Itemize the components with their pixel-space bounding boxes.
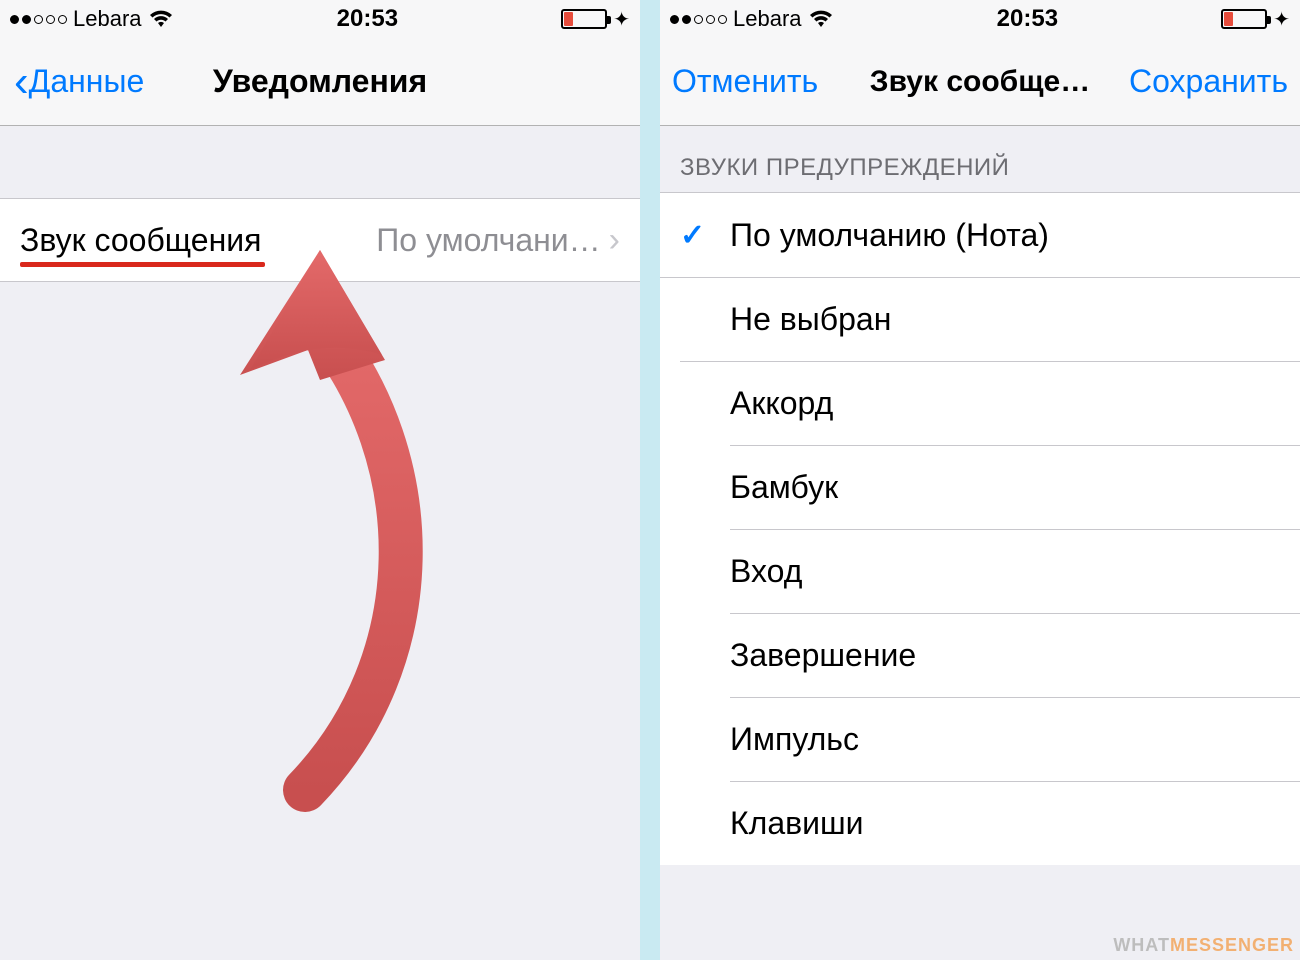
battery-low-icon	[561, 9, 607, 29]
left-screenshot: Lebara 20:53 ✦ ‹ Данные Уведомления Звук	[0, 0, 640, 960]
clock-label: 20:53	[337, 5, 398, 33]
wifi-icon	[808, 9, 834, 29]
clock-label: 20:53	[997, 5, 1058, 33]
charging-icon: ✦	[613, 7, 630, 32]
row-value: По умолчани…	[376, 222, 600, 259]
sound-option[interactable]: Завершение	[660, 613, 1300, 697]
sound-option-label: Аккорд	[730, 385, 833, 422]
right-screenshot: Lebara 20:53 ✦ Отменить Звук сообще… Сох…	[660, 0, 1300, 960]
sound-option[interactable]: Бамбук	[660, 445, 1300, 529]
sound-option[interactable]: Клавиши	[660, 781, 1300, 865]
chevron-left-icon: ‹	[14, 60, 29, 104]
annotation-arrow-icon	[130, 230, 450, 820]
sound-option-label: Завершение	[730, 637, 916, 674]
status-bar: Lebara 20:53 ✦	[0, 0, 640, 38]
carrier-label: Lebara	[733, 6, 802, 32]
sound-option-label: Бамбук	[730, 469, 838, 506]
back-button[interactable]: ‹ Данные	[14, 60, 144, 104]
sound-option[interactable]: Аккорд	[660, 361, 1300, 445]
sound-option-label: Не выбран	[730, 301, 891, 338]
page-title: Звук сообще…	[870, 65, 1090, 99]
signal-dots-icon	[670, 15, 727, 24]
section-header: ЗВУКИ ПРЕДУПРЕЖДЕНИЙ	[660, 126, 1300, 192]
carrier-label: Lebara	[73, 6, 142, 32]
save-button[interactable]: Сохранить	[1129, 63, 1288, 100]
sound-option-label: Клавиши	[730, 805, 864, 842]
annotation-underline	[20, 262, 265, 267]
signal-dots-icon	[10, 15, 67, 24]
watermark: WHATMESSENGER	[1113, 935, 1294, 956]
wifi-icon	[148, 9, 174, 29]
page-title: Уведомления	[213, 63, 427, 100]
chevron-right-icon: ›	[609, 221, 620, 260]
checkmark-icon: ✓	[680, 218, 705, 253]
sound-option-label: Вход	[730, 553, 802, 590]
sound-list: ✓ По умолчанию (Нота) Не выбран Аккорд Б…	[660, 192, 1300, 865]
sound-option[interactable]: Вход	[660, 529, 1300, 613]
cancel-button[interactable]: Отменить	[672, 63, 818, 100]
status-bar: Lebara 20:53 ✦	[660, 0, 1300, 38]
nav-bar: ‹ Данные Уведомления	[0, 38, 640, 126]
sound-option[interactable]: Импульс	[660, 697, 1300, 781]
battery-low-icon	[1221, 9, 1267, 29]
row-label: Звук сообщения	[20, 222, 261, 259]
sound-option[interactable]: ✓ По умолчанию (Нота)	[660, 193, 1300, 277]
sound-option-label: Импульс	[730, 721, 859, 758]
back-label: Данные	[29, 63, 145, 100]
nav-bar: Отменить Звук сообще… Сохранить	[660, 38, 1300, 126]
message-sound-row[interactable]: Звук сообщения По умолчани… ›	[0, 198, 640, 282]
sound-option-label: По умолчанию (Нота)	[730, 217, 1049, 254]
sound-option[interactable]: Не выбран	[660, 277, 1300, 361]
charging-icon: ✦	[1273, 7, 1290, 32]
